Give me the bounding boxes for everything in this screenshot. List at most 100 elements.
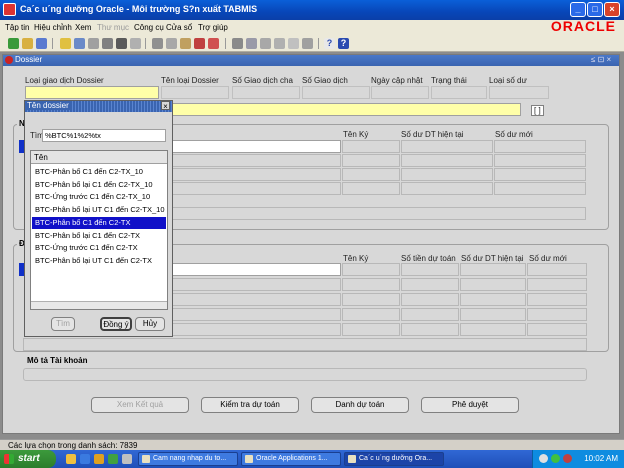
- target-cell[interactable]: [527, 278, 587, 291]
- target-cell[interactable]: [460, 263, 526, 276]
- source-cell[interactable]: [401, 140, 493, 153]
- search-input[interactable]: %BTC%1%2%tx: [42, 129, 166, 142]
- source-cell[interactable]: [494, 154, 586, 167]
- target-cell[interactable]: [153, 323, 341, 336]
- quicklaunch-icon[interactable]: [108, 454, 118, 464]
- source-cell[interactable]: [153, 182, 341, 195]
- menu-tools[interactable]: Công cụ: [134, 23, 164, 32]
- window-icon[interactable]: [288, 38, 299, 49]
- print-icon[interactable]: [102, 38, 113, 49]
- attachment-icon[interactable]: [260, 38, 271, 49]
- start-button[interactable]: start: [0, 450, 56, 468]
- zoom-icon[interactable]: [74, 38, 85, 49]
- budget-list-button[interactable]: Danh dự toán: [311, 397, 409, 413]
- target-cell[interactable]: [527, 308, 587, 321]
- ok-button[interactable]: Đồng ý: [100, 317, 132, 331]
- target-cell[interactable]: [153, 308, 341, 321]
- menu-file[interactable]: Tập tin: [5, 23, 29, 32]
- delete-icon[interactable]: [208, 38, 219, 49]
- folder-icon[interactable]: [60, 38, 71, 49]
- target-cell[interactable]: [527, 323, 587, 336]
- list-item[interactable]: BTC-Phân bổ lại C1 đến C2-TX_10: [32, 179, 166, 191]
- list-item-selected[interactable]: BTC-Phân bổ C1 đến C2-TX: [32, 216, 166, 229]
- target-cell[interactable]: [401, 293, 459, 306]
- list-item[interactable]: BTC-Ứng trước C1 đến C2-TX: [32, 242, 166, 254]
- dialog-close-button[interactable]: ×: [161, 101, 170, 111]
- taskbar-item[interactable]: Cam nang nhap du to...: [138, 452, 238, 466]
- quicklaunch-icon[interactable]: [66, 454, 76, 464]
- source-cell[interactable]: [342, 182, 400, 195]
- target-row-field[interactable]: [153, 263, 341, 276]
- source-cell[interactable]: [494, 140, 586, 153]
- target-cell[interactable]: [460, 293, 526, 306]
- copy-icon[interactable]: [166, 38, 177, 49]
- target-cell[interactable]: [527, 293, 587, 306]
- target-cell[interactable]: [460, 323, 526, 336]
- target-summary-field[interactable]: [23, 338, 587, 351]
- source-row-field[interactable]: [153, 140, 341, 153]
- source-cell[interactable]: [494, 168, 586, 181]
- target-cell[interactable]: [342, 323, 400, 336]
- maximize-button[interactable]: □: [587, 2, 603, 17]
- source-cell[interactable]: [342, 154, 400, 167]
- source-summary-field[interactable]: [153, 207, 586, 220]
- taskbar-item-active[interactable]: Ca´c u´ng dưỡng Ora...: [344, 452, 444, 466]
- cancel-button[interactable]: Hủy: [135, 317, 165, 331]
- dossier-type-field[interactable]: [25, 86, 159, 99]
- target-cell[interactable]: [401, 308, 459, 321]
- horizontal-scrollbar[interactable]: [31, 301, 167, 309]
- source-cell[interactable]: [342, 140, 400, 153]
- target-cell[interactable]: [342, 278, 400, 291]
- source-cell[interactable]: [153, 154, 341, 167]
- open-icon[interactable]: [22, 38, 33, 49]
- approve-button[interactable]: Phê duyệt: [421, 397, 519, 413]
- target-cell[interactable]: [153, 278, 341, 291]
- paste-icon[interactable]: [180, 38, 191, 49]
- target-cell[interactable]: [342, 263, 400, 276]
- tray-icon[interactable]: [563, 454, 572, 463]
- tray-icon[interactable]: [551, 454, 560, 463]
- menu-window[interactable]: Cửa sổ: [166, 23, 192, 32]
- menu-view[interactable]: Xem: [75, 23, 91, 32]
- menu-edit[interactable]: Hiệu chỉnh: [34, 23, 72, 32]
- clip-icon[interactable]: [302, 38, 313, 49]
- source-cell[interactable]: [401, 182, 493, 195]
- target-cell[interactable]: [401, 323, 459, 336]
- navigate-icon[interactable]: [130, 38, 141, 49]
- minimize-button[interactable]: _: [570, 2, 586, 17]
- list-item[interactable]: BTC-Phân bổ lại C1 đến C2-TX: [32, 230, 166, 242]
- list-item[interactable]: BTC-Phân bổ C1 đến C2-TX_10: [32, 166, 166, 178]
- quicklaunch-icon[interactable]: [80, 454, 90, 464]
- source-cell[interactable]: [153, 168, 341, 181]
- clear-icon[interactable]: [194, 38, 205, 49]
- source-cell[interactable]: [401, 168, 493, 181]
- view-results-button[interactable]: Xem Kết quả: [91, 397, 189, 413]
- save-icon[interactable]: [36, 38, 47, 49]
- dossier-window-controls[interactable]: ≤ ⊡ ×: [591, 55, 611, 64]
- target-cell[interactable]: [401, 263, 459, 276]
- list-item[interactable]: BTC-Ứng trước C1 đến C2-TX_10: [32, 191, 166, 203]
- edit-icon[interactable]: [232, 38, 243, 49]
- tray-icon[interactable]: [539, 454, 548, 463]
- find-icon[interactable]: [116, 38, 127, 49]
- target-cell[interactable]: [527, 263, 587, 276]
- source-cell[interactable]: [494, 182, 586, 195]
- source-cell[interactable]: [401, 154, 493, 167]
- find-button[interactable]: Tìm: [51, 317, 75, 331]
- target-cell[interactable]: [401, 278, 459, 291]
- cut-icon[interactable]: [152, 38, 163, 49]
- target-cell[interactable]: [342, 308, 400, 321]
- context-help-icon[interactable]: ?: [338, 38, 349, 49]
- menu-folder[interactable]: Thư mục: [97, 23, 129, 32]
- target-cell[interactable]: [460, 308, 526, 321]
- account-description-field[interactable]: [23, 368, 587, 381]
- switch-icon[interactable]: [88, 38, 99, 49]
- new-icon[interactable]: [8, 38, 19, 49]
- target-cell[interactable]: [460, 278, 526, 291]
- target-cell[interactable]: [153, 293, 341, 306]
- list-item[interactable]: BTC-Phân bổ lại UT C1 đến C2-TX: [32, 255, 166, 267]
- quicklaunch-icon[interactable]: [94, 454, 104, 464]
- menu-help[interactable]: Trợ giúp: [198, 23, 228, 32]
- translate-icon[interactable]: [246, 38, 257, 49]
- bracket-field[interactable]: [ ]: [531, 105, 544, 116]
